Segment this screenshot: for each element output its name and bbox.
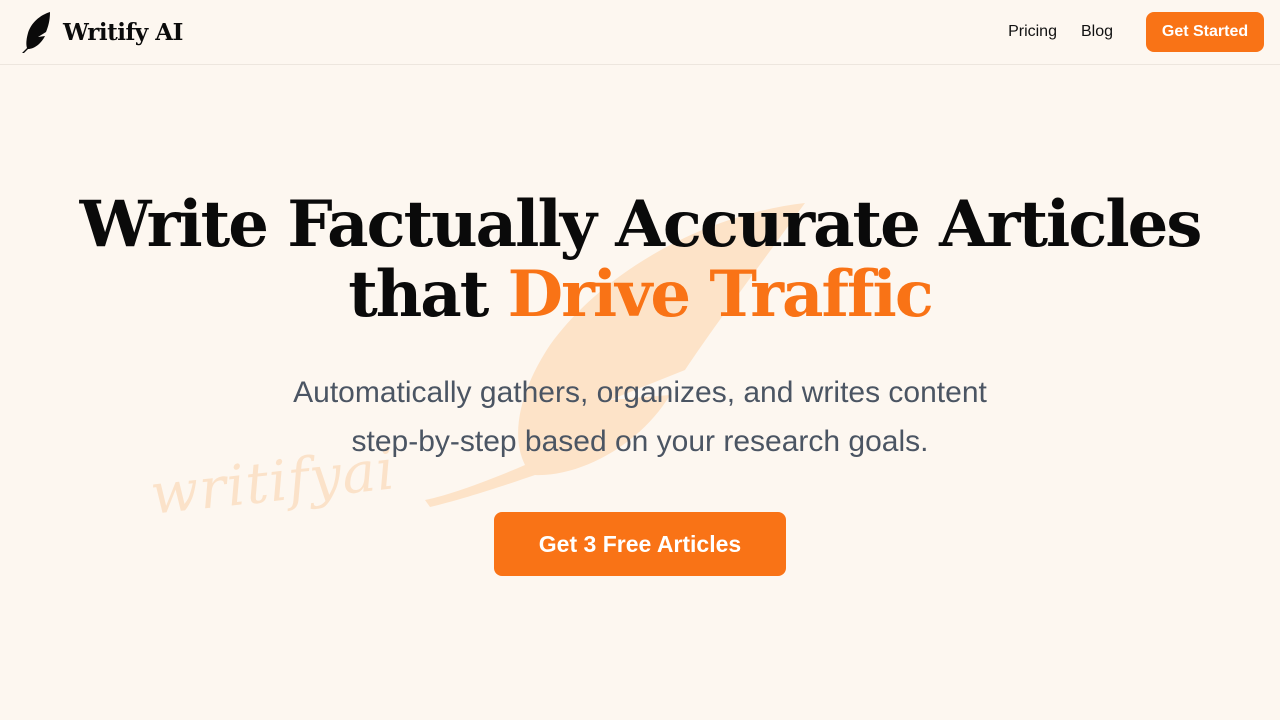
hero-title-accent: Drive Traffic xyxy=(507,257,934,332)
hero-section: Write Factually Accurate Articles that D… xyxy=(0,190,1280,576)
nav-links: Pricing Blog Get Started xyxy=(1008,12,1264,52)
top-navbar: Writify AI Pricing Blog Get Started xyxy=(0,0,1280,65)
hero-title-prefix: that xyxy=(348,257,489,332)
hero-subtitle: Automatically gathers, organizes, and wr… xyxy=(293,376,987,458)
nav-link-blog[interactable]: Blog xyxy=(1081,23,1113,41)
hero-title-line1: Write Factually Accurate Articles xyxy=(79,187,1203,262)
brand-link[interactable]: Writify AI xyxy=(20,10,183,54)
feather-icon xyxy=(22,12,50,53)
hero-title: Write Factually Accurate Articles that D… xyxy=(0,190,1280,330)
nav-link-pricing[interactable]: Pricing xyxy=(1008,23,1057,41)
get-started-button[interactable]: Get Started xyxy=(1146,12,1264,52)
brand-name: Writify AI xyxy=(63,18,183,46)
get-free-articles-button[interactable]: Get 3 Free Articles xyxy=(494,512,786,576)
